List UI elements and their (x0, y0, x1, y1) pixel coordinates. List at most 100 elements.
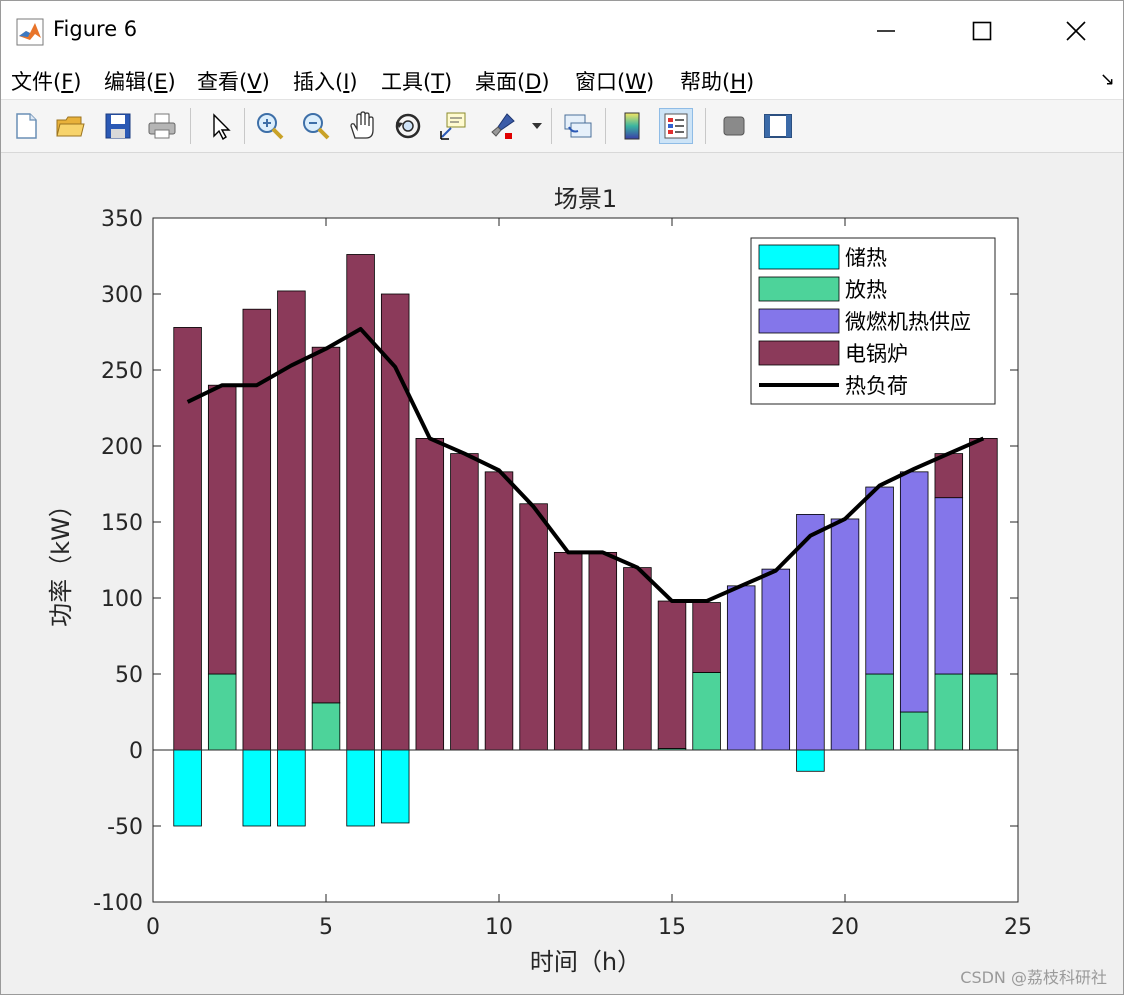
legend-swatch-boiler (758, 340, 840, 366)
legend-label: 电锅炉 (845, 342, 908, 366)
bar-boiler (450, 453, 479, 751)
menu-bar: 文件(F) 编辑(E) 查看(V) 插入(I) 工具(T) 桌面(D) 窗口(W… (1, 61, 1123, 100)
bar-chp (899, 471, 929, 713)
bar-chp (830, 518, 860, 751)
brush-icon[interactable] (485, 108, 519, 144)
show-plot-tools-icon[interactable] (761, 108, 795, 144)
maximize-button[interactable] (959, 9, 1005, 53)
dock-arrow-icon[interactable]: ↘ (1100, 69, 1115, 90)
bar-boiler (623, 567, 652, 751)
toolbar-separator (705, 108, 706, 144)
x-tick-label: 25 (1004, 915, 1032, 940)
legend-swatch-release (758, 276, 840, 302)
colorbar-icon[interactable] (615, 108, 649, 144)
chart: -100 -50 0 50 100 150 200 250 300 350 0 5 10 15 20 25 场景… (47, 185, 1032, 976)
bar-storage (346, 749, 375, 827)
x-tick-label: 10 (485, 915, 513, 940)
save-icon[interactable] (101, 108, 135, 144)
open-folder-icon[interactable] (53, 108, 87, 144)
select-pointer-icon[interactable] (203, 108, 237, 144)
toolbar-separator (244, 108, 245, 144)
y-tick-label: 150 (101, 511, 143, 536)
close-button[interactable] (1053, 9, 1099, 53)
new-file-icon[interactable] (9, 108, 43, 144)
rotate-3d-icon[interactable] (391, 108, 425, 144)
bar-boiler (380, 293, 410, 751)
bar-release (311, 702, 341, 751)
legend-label: 放热 (845, 278, 887, 302)
data-cursor-icon[interactable] (437, 108, 471, 144)
bar-boiler (519, 503, 548, 751)
toolbar-separator (190, 108, 191, 144)
bar-boiler (311, 346, 341, 704)
bar-boiler (934, 453, 964, 499)
legend-label: 热负荷 (845, 374, 908, 398)
legend-label: 微燃机热供应 (845, 310, 971, 334)
bar-boiler (242, 308, 272, 751)
y-axis-label: 功率（kW） (47, 493, 75, 627)
bar-boiler (692, 602, 721, 673)
chart-title: 场景1 (554, 185, 617, 213)
figure-window: Figure 6 文件(F) 编辑(E) 查看(V) 插入(I) 工具(T) 桌… (0, 0, 1124, 995)
maximize-icon (972, 21, 992, 41)
menu-file[interactable]: 文件(F) (11, 66, 82, 96)
close-icon (1066, 21, 1086, 41)
zoom-in-icon[interactable] (253, 108, 287, 144)
bar-chp (796, 513, 825, 751)
bar-release (692, 672, 721, 751)
y-tick-label: -100 (93, 891, 143, 916)
print-icon[interactable] (145, 108, 179, 144)
zoom-out-icon[interactable] (299, 108, 333, 144)
y-tick-label: 250 (101, 359, 143, 384)
bar-release (207, 673, 237, 751)
y-tick-label: 300 (101, 283, 143, 308)
y-tick-label: 0 (129, 739, 143, 764)
bar-storage (380, 749, 410, 824)
bar-storage (277, 749, 306, 827)
x-tick-label: 20 (831, 915, 859, 940)
bar-boiler (657, 600, 687, 749)
bar-chp (761, 568, 791, 751)
minimize-icon (877, 30, 895, 32)
brush-dropdown-icon[interactable] (529, 108, 545, 144)
x-axis-label: 时间（h） (530, 948, 641, 976)
hide-plot-tools-icon[interactable] (717, 108, 751, 144)
legend-icon[interactable] (659, 108, 693, 144)
bar-release (969, 673, 998, 751)
watermark: CSDN @荔枝科研社 (960, 968, 1107, 987)
minimize-button[interactable] (863, 9, 909, 53)
window-title: Figure 6 (53, 17, 138, 41)
toolbar-separator (551, 108, 552, 144)
legend-swatch-chp (758, 308, 840, 334)
x-tick-label: 5 (319, 915, 333, 940)
bar-release (934, 673, 964, 751)
menu-window[interactable]: 窗口(W) (575, 66, 654, 96)
menu-tools[interactable]: 工具(T) (381, 66, 452, 96)
bar-storage (173, 749, 202, 827)
toolbar-separator (605, 108, 606, 144)
bar-release (865, 673, 894, 751)
link-plot-icon[interactable] (561, 108, 595, 144)
bar-chp (865, 486, 894, 675)
y-tick-label: 200 (101, 435, 143, 460)
title-bar: Figure 6 (1, 1, 1123, 61)
legend-swatch-storage (758, 244, 840, 270)
bar-boiler (553, 551, 583, 751)
bar-storage (796, 749, 825, 772)
bar-chp (726, 585, 756, 751)
menu-insert[interactable]: 插入(I) (293, 66, 358, 96)
menu-help[interactable]: 帮助(H) (680, 66, 754, 96)
bar-boiler (415, 437, 445, 751)
bar-boiler (173, 327, 202, 751)
menu-edit[interactable]: 编辑(E) (104, 66, 176, 96)
bar-boiler (969, 437, 998, 675)
matlab-logo-icon (16, 18, 44, 46)
bar-boiler (588, 551, 618, 751)
bar-boiler (207, 384, 237, 675)
figure-canvas: -100 -50 0 50 100 150 200 250 300 350 0 5 10 15 20 25 场景… (3, 153, 1123, 994)
toolbar (1, 100, 1123, 153)
menu-view[interactable]: 查看(V) (197, 66, 270, 96)
menu-desktop[interactable]: 桌面(D) (475, 66, 550, 96)
pan-hand-icon[interactable] (345, 108, 379, 144)
bar-release (899, 711, 929, 751)
